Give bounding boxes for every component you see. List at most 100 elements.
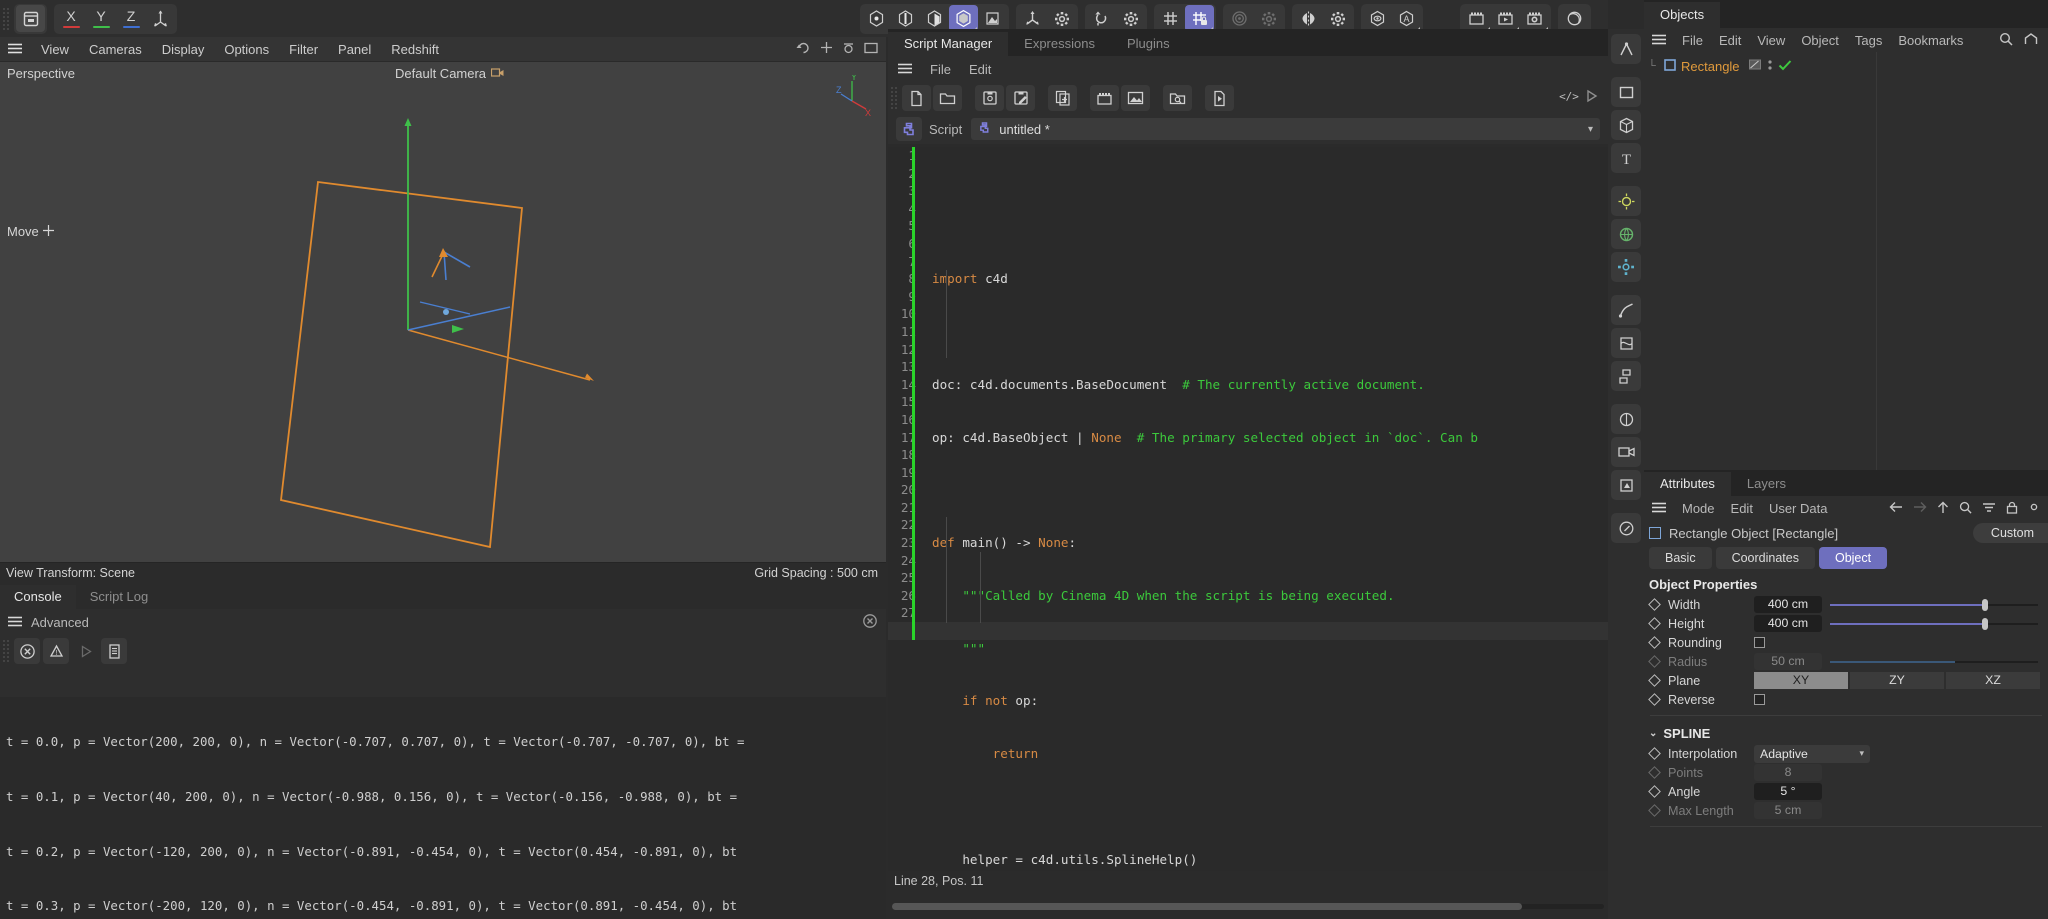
- search-icon[interactable]: [1959, 501, 1972, 517]
- viewport-menu-view[interactable]: View: [31, 42, 79, 57]
- symmetry-icon[interactable]: [1294, 5, 1323, 32]
- animation-track-icon[interactable]: [1648, 766, 1661, 779]
- filter-icon[interactable]: [1982, 501, 1996, 516]
- viewport-menu-options[interactable]: Options: [214, 42, 279, 57]
- objects-menu-tags[interactable]: Tags: [1847, 33, 1890, 48]
- toolbar-grip[interactable]: [2, 6, 11, 31]
- generator-icon[interactable]: [1611, 361, 1641, 391]
- copy-log-icon[interactable]: [101, 638, 127, 664]
- code-text-area[interactable]: import c4d doc: c4d.documents.BaseDocume…: [912, 147, 1608, 880]
- tab-basic[interactable]: Basic: [1649, 547, 1712, 569]
- render-queue-icon[interactable]: [1491, 5, 1520, 32]
- list-item[interactable]: └ Rectangle: [1644, 56, 2048, 76]
- home-icon[interactable]: [2024, 32, 2038, 49]
- search-icon[interactable]: [1999, 32, 2013, 49]
- filter-warnings-icon[interactable]: !: [43, 638, 69, 664]
- radius-slider[interactable]: [1830, 653, 2038, 670]
- reverse-checkbox[interactable]: [1754, 694, 1765, 705]
- object-name[interactable]: Rectangle: [1681, 59, 1740, 74]
- chevron-down-icon[interactable]: ▾: [1859, 748, 1864, 759]
- attributes-menu-mode[interactable]: Mode: [1674, 501, 1723, 516]
- tab-script-manager[interactable]: Script Manager: [888, 32, 1009, 56]
- cube-tool-icon[interactable]: [1611, 110, 1641, 140]
- animation-track-icon[interactable]: [1648, 655, 1661, 668]
- objects-menu-view[interactable]: View: [1749, 33, 1793, 48]
- console-output[interactable]: t = 0.0, p = Vector(200, 200, 0), n = Ve…: [0, 697, 886, 919]
- tab-script-log[interactable]: Script Log: [76, 585, 163, 609]
- objects-menu-edit[interactable]: Edit: [1711, 33, 1749, 48]
- animation-track-icon[interactable]: [1648, 674, 1661, 687]
- back-arrow-icon[interactable]: [1889, 501, 1903, 516]
- world-axis-icon[interactable]: [146, 5, 175, 32]
- rotate-view-icon[interactable]: [842, 41, 855, 57]
- new-script-icon[interactable]: [902, 85, 931, 111]
- duplicate-icon[interactable]: [1048, 85, 1077, 111]
- viewport-menu-display[interactable]: Display: [152, 42, 215, 57]
- scrollbar-thumb[interactable]: [892, 903, 1522, 910]
- open-script-icon[interactable]: [933, 85, 962, 111]
- axis-tool-icon[interactable]: [1611, 34, 1641, 64]
- rounding-checkbox[interactable]: [1754, 637, 1765, 648]
- up-arrow-icon[interactable]: [1937, 501, 1949, 517]
- script-menu-file[interactable]: File: [921, 62, 960, 77]
- objects-menu-bookmarks[interactable]: Bookmarks: [1890, 33, 1971, 48]
- width-input[interactable]: 400 cm: [1754, 596, 1822, 613]
- axis-x-lock-icon[interactable]: X: [56, 5, 86, 32]
- lock-icon[interactable]: [2006, 501, 2018, 517]
- texture-mode-icon[interactable]: [978, 5, 1007, 32]
- tab-expressions[interactable]: Expressions: [1008, 32, 1111, 56]
- visibility-dots-icon[interactable]: [1767, 58, 1773, 75]
- code-toggle-icon[interactable]: </>: [1559, 89, 1579, 108]
- points-input[interactable]: 8: [1754, 764, 1822, 781]
- polygon-mode-icon[interactable]: [920, 5, 949, 32]
- edge-mode-icon[interactable]: [891, 5, 920, 32]
- hamburger-icon[interactable]: [8, 615, 22, 630]
- grid-icon[interactable]: [1156, 5, 1185, 32]
- dynamics-icon[interactable]: [1225, 5, 1254, 32]
- execute-script-icon[interactable]: [1205, 85, 1234, 111]
- camera-lock-icon[interactable]: [490, 66, 504, 81]
- light-tool-icon[interactable]: [1611, 186, 1641, 216]
- tab-coordinates[interactable]: Coordinates: [1715, 547, 1815, 569]
- chevron-down-icon[interactable]: ⌄: [1649, 728, 1657, 739]
- tab-console[interactable]: Console: [0, 585, 76, 609]
- plane-option-zy[interactable]: ZY: [1850, 672, 1944, 689]
- animation-track-icon[interactable]: [1648, 804, 1661, 817]
- viewport-solo-icon[interactable]: [1363, 5, 1392, 32]
- script-menu-edit[interactable]: Edit: [960, 62, 1000, 77]
- snap-settings-icon[interactable]: [1116, 5, 1145, 32]
- viewport-camera[interactable]: Default Camera: [395, 66, 504, 81]
- environment-tool-icon[interactable]: [1611, 219, 1641, 249]
- axis-z-lock-icon[interactable]: Z: [116, 5, 146, 32]
- console-toolbar-grip[interactable]: [2, 639, 11, 663]
- workplane-icon[interactable]: [1018, 5, 1047, 32]
- point-mode-icon[interactable]: [862, 5, 891, 32]
- material-sphere-icon[interactable]: [1560, 5, 1589, 32]
- animation-track-icon[interactable]: [1648, 617, 1661, 630]
- settings-tool-icon[interactable]: [1611, 252, 1641, 282]
- symmetry-settings-icon[interactable]: [1323, 5, 1352, 32]
- tab-objects[interactable]: Objects: [1644, 2, 1721, 28]
- save-as-script-icon[interactable]: [1006, 85, 1035, 111]
- custom-preset-button[interactable]: Custom: [1972, 523, 2048, 543]
- height-slider[interactable]: [1830, 615, 2038, 632]
- model-mode-icon[interactable]: [949, 5, 978, 32]
- editor-hscrollbar[interactable]: [888, 899, 1608, 913]
- viewport-menu-panel[interactable]: Panel: [328, 42, 381, 57]
- simulate-icon[interactable]: [1611, 404, 1641, 434]
- move-view-icon[interactable]: [820, 41, 833, 57]
- close-circle-icon[interactable]: [863, 613, 886, 631]
- objects-menu-file[interactable]: File: [1674, 33, 1711, 48]
- clear-console-icon[interactable]: [14, 638, 40, 664]
- browse-folder-icon[interactable]: [1163, 85, 1192, 111]
- tab-layers[interactable]: Layers: [1731, 472, 1802, 496]
- annotation-icon[interactable]: A: [1392, 5, 1421, 32]
- objects-menu-object[interactable]: Object: [1793, 33, 1847, 48]
- text-tool-icon[interactable]: T: [1611, 143, 1641, 173]
- animation-track-icon[interactable]: [1648, 693, 1661, 706]
- run-script-icon[interactable]: [1584, 89, 1598, 108]
- viewport-menu-filter[interactable]: Filter: [279, 42, 328, 57]
- pin-icon[interactable]: [2028, 501, 2040, 516]
- animation-track-icon[interactable]: [1648, 598, 1661, 611]
- animation-track-icon[interactable]: [1648, 785, 1661, 798]
